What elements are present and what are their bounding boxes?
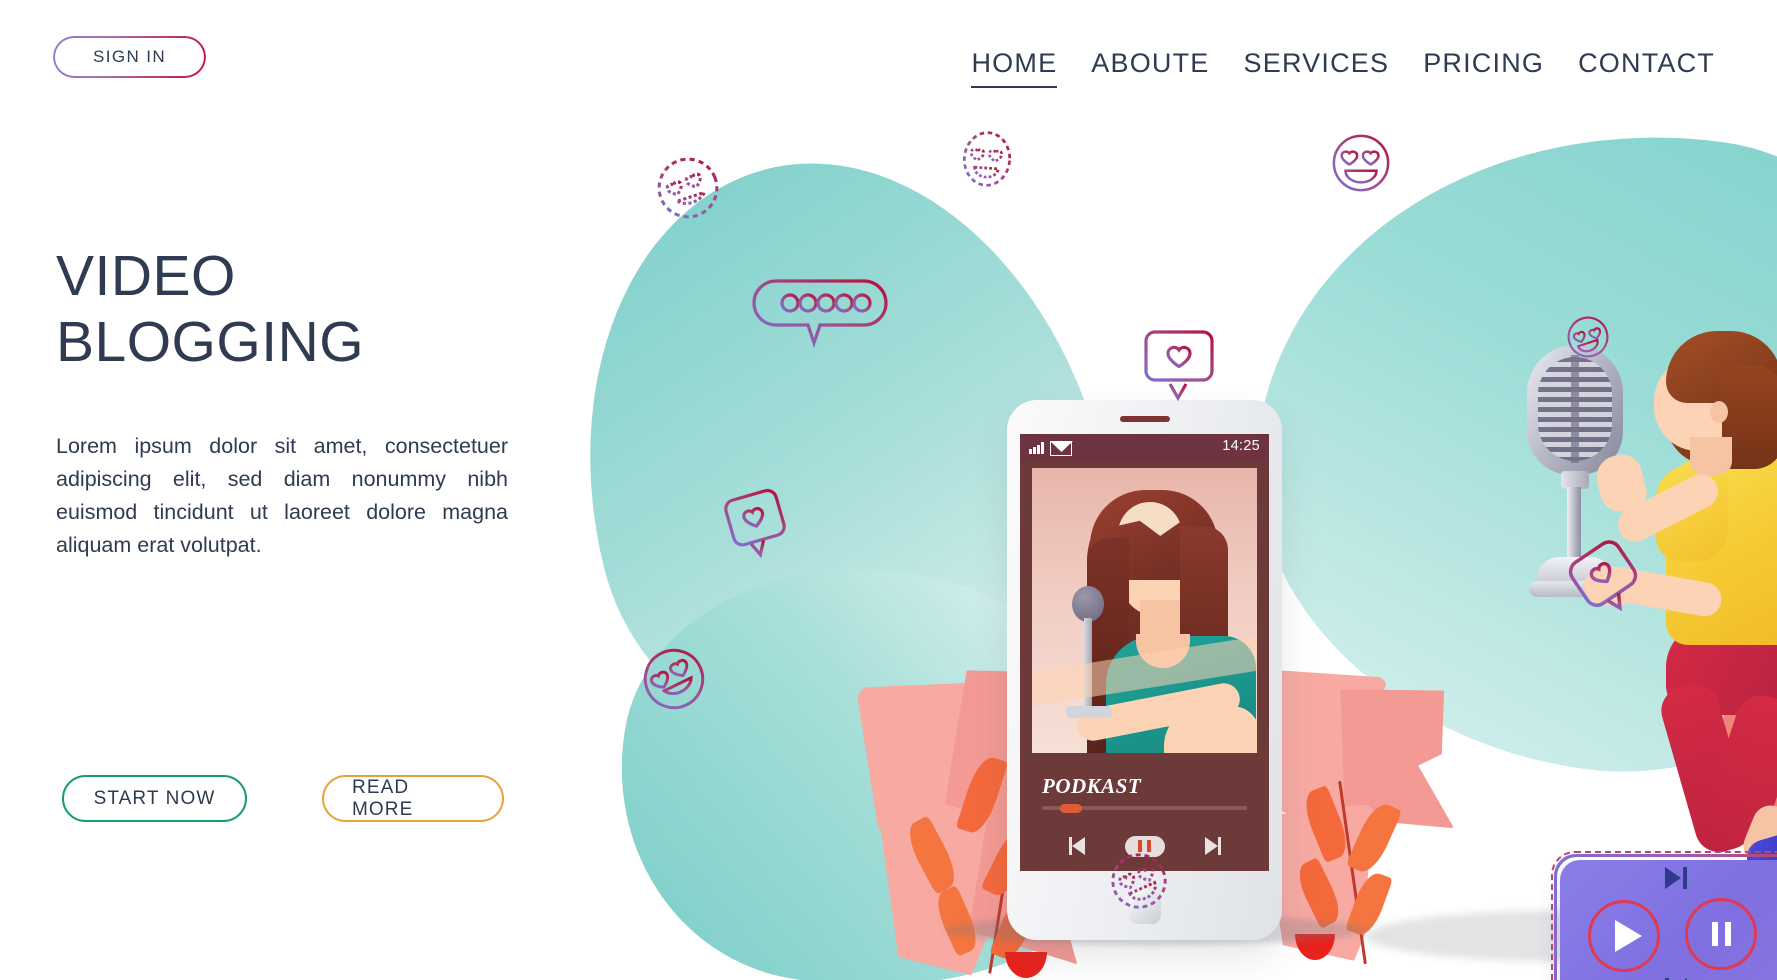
play-icon [1614, 920, 1642, 952]
pause-icon [1711, 922, 1731, 946]
skip-next-icon[interactable] [1665, 867, 1687, 889]
phone-status-bar: 14:25 [1020, 434, 1269, 462]
hero-text-block: VIDEO BLOGGING Lorem ipsum dolor sit ame… [56, 243, 526, 562]
heart-speech-bubble-icon [1142, 328, 1220, 404]
nav-item-pricing[interactable]: PRICING [1406, 48, 1561, 79]
woman-ear [1710, 401, 1728, 423]
nav-item-contact[interactable]: CONTACT [1561, 48, 1732, 79]
chat-typing-bubble-icon [750, 275, 890, 365]
envelope-icon [1050, 441, 1072, 456]
phone-screen: 14:25 PODKAST [1020, 434, 1269, 871]
nav-item-services[interactable]: SERVICES [1227, 48, 1407, 79]
phone-speaker-grille [1119, 416, 1170, 422]
signal-bars-icon [1029, 441, 1044, 454]
video-thumbnail[interactable] [1032, 468, 1257, 753]
status-time: 14:25 [1222, 438, 1260, 454]
skip-next-icon[interactable] [1203, 837, 1221, 855]
main-navigation: HOME ABOUTE SERVICES PRICING CONTACT [954, 48, 1732, 88]
landing-page: SIGN IN HOME ABOUTE SERVICES PRICING CON… [0, 0, 1777, 980]
nav-item-home[interactable]: HOME [954, 48, 1074, 88]
page-title-line-1: VIDEO [56, 244, 236, 308]
thumb-mic-head [1072, 586, 1104, 622]
woman-neck [1690, 437, 1732, 475]
page-title-line-2: BLOGGING [56, 310, 365, 374]
signin-button-wrapper: SIGN IN [53, 36, 206, 78]
sign-in-button[interactable]: SIGN IN [53, 36, 206, 78]
thumb-mic-base [1066, 706, 1112, 718]
cta-button-row: START NOW READ MORE [62, 775, 504, 822]
media-controls-card [1551, 851, 1777, 980]
play-button[interactable] [1588, 900, 1660, 972]
hero-illustration: 14:25 PODKAST [519, 83, 1777, 980]
smiley-heart-eyes-icon [1330, 132, 1392, 194]
start-now-button[interactable]: START NOW [62, 775, 247, 822]
progress-thumb[interactable] [1060, 803, 1082, 813]
read-more-button[interactable]: READ MORE [322, 775, 504, 822]
video-title: PODKAST [1042, 774, 1142, 798]
pause-button[interactable] [1685, 898, 1757, 970]
sign-in-label: SIGN IN [92, 47, 167, 66]
hero-description: Lorem ipsum dolor sit amet, consectetuer… [56, 434, 508, 557]
playback-progress-bar[interactable] [1042, 803, 1247, 813]
smiley-heart-eyes-dashed-icon [956, 126, 1018, 192]
skip-previous-icon[interactable] [1068, 837, 1087, 855]
nav-item-aboute[interactable]: ABOUTE [1074, 48, 1226, 79]
